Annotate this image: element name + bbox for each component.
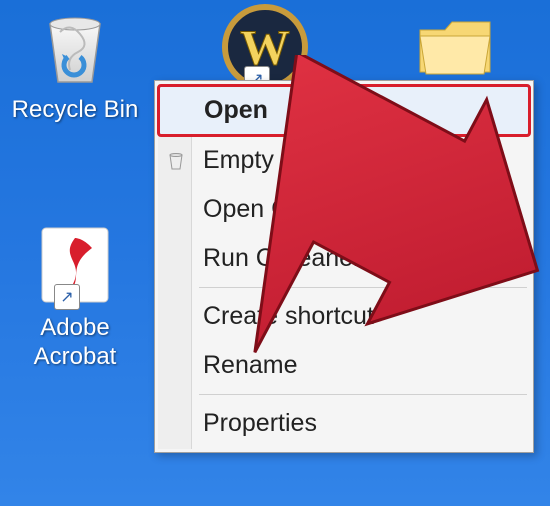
menu-item-open[interactable]: Open	[159, 86, 529, 135]
menu-item-label: Open CCleaner...	[203, 195, 396, 223]
menu-item-properties[interactable]: Properties	[157, 399, 531, 448]
adobe-acrobat-icon: ↗	[30, 220, 120, 310]
menu-item-run-ccleaner[interactable]: Run CCleaner	[157, 234, 531, 283]
recycle-bin-small-icon	[165, 150, 187, 172]
menu-item-label: Rename	[203, 351, 298, 379]
menu-separator	[199, 287, 527, 288]
desktop-icon-label: Adobe Acrobat	[0, 314, 150, 372]
menu-item-label: Properties	[203, 409, 317, 437]
menu-item-create-shortcut[interactable]: Create shortcut	[157, 292, 531, 341]
menu-item-label: Run CCleaner	[203, 244, 361, 272]
desktop-icon-adobe-acrobat[interactable]: ↗ Adobe Acrobat	[0, 220, 150, 372]
menu-item-label: Open	[204, 96, 268, 124]
menu-separator	[199, 394, 527, 395]
menu-item-open-ccleaner[interactable]: Open CCleaner...	[157, 185, 531, 234]
menu-item-empty-recycle-bin[interactable]: Empty Recycle Bin	[157, 136, 531, 185]
shortcut-overlay-icon: ↗	[54, 284, 80, 310]
menu-item-label: Empty Recycle Bin	[203, 146, 413, 174]
menu-item-label: Create shortcut	[203, 302, 374, 330]
menu-item-rename[interactable]: Rename	[157, 341, 531, 390]
wow-icon: W ↗	[220, 2, 310, 92]
folder-icon	[410, 2, 500, 92]
desktop-icon-recycle-bin[interactable]: Recycle Bin	[0, 2, 150, 125]
recycle-bin-icon	[30, 2, 120, 92]
context-menu: Open Empty Recycle Bin Open CCleaner... …	[154, 80, 534, 453]
desktop-icon-label: Recycle Bin	[0, 96, 150, 125]
